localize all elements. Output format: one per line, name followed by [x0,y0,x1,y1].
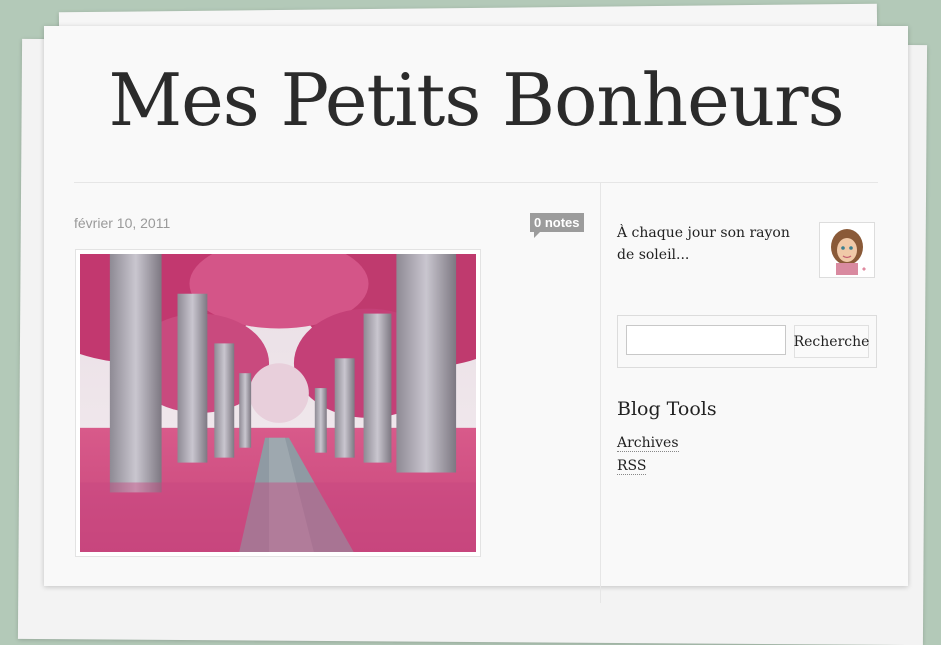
header-divider [74,182,878,183]
post-photo[interactable] [75,249,481,557]
tree-avenue-image [80,254,476,552]
blog-tools-heading: Blog Tools [617,398,717,420]
avatar-icon [822,225,872,275]
search-input[interactable] [626,325,786,355]
search-form: Recherche [617,315,877,368]
rss-link[interactable]: RSS [617,458,647,475]
blog-title[interactable]: Mes Petits Bonheurs [44,64,908,136]
blog-tools-list: Archives RSS [617,432,679,478]
list-item: Archives [617,432,679,453]
page-sheet: Mes Petits Bonheurs février 10, 2011 0 n… [44,26,908,603]
search-button[interactable]: Recherche [794,325,869,358]
list-item: RSS [617,455,679,476]
archives-link[interactable]: Archives [617,435,679,452]
avatar[interactable] [819,222,875,278]
column-divider [600,183,601,603]
post-date[interactable]: février 10, 2011 [74,215,170,231]
blog-description: À chaque jour son rayon de soleil... [617,225,790,263]
notes-badge[interactable]: 0 notes [530,213,584,238]
